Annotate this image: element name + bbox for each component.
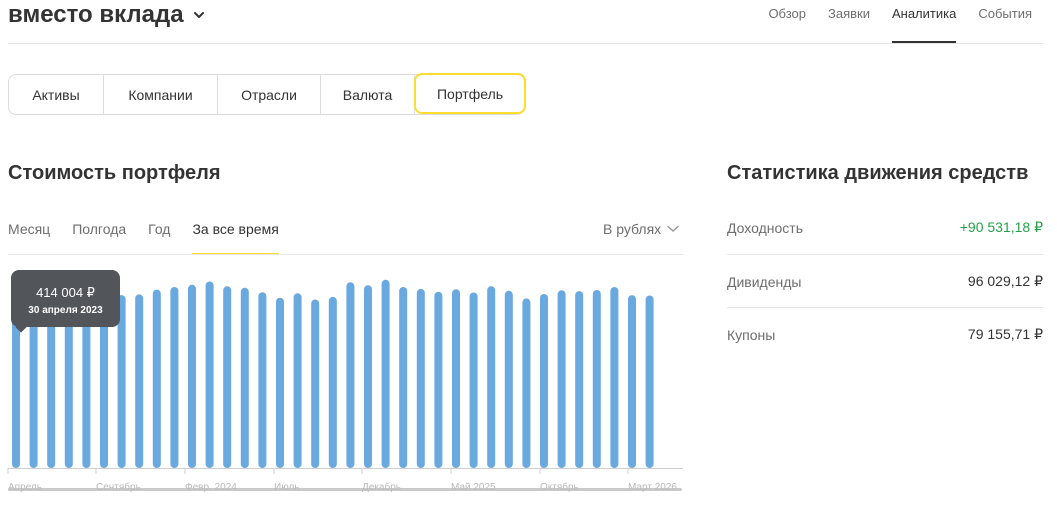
chart-bar[interactable] — [293, 293, 302, 468]
chart-bar[interactable] — [557, 290, 566, 468]
chart-bar[interactable] — [346, 282, 355, 468]
stat-row-dividends: Дивиденды 96 029,12 ₽ — [727, 255, 1043, 308]
stat-label: Купоны — [727, 326, 776, 343]
chart-bar[interactable] — [170, 287, 179, 468]
x-axis-tick-label: Март 2026 — [628, 482, 677, 493]
chevron-down-icon — [667, 225, 679, 233]
chart-bar[interactable] — [540, 294, 548, 468]
period-divider — [8, 254, 683, 255]
chart-bar[interactable] — [311, 299, 320, 469]
chart-bar[interactable] — [592, 290, 601, 468]
tooltip-value: 414 004 ₽ — [36, 285, 95, 300]
chart-bar[interactable] — [452, 289, 460, 468]
chart-bar[interactable] — [47, 306, 56, 468]
chart-bar[interactable] — [487, 286, 496, 468]
chart-bar[interactable] — [152, 289, 161, 468]
header: вместо вклада Обзор Заявки Аналитика Соб… — [0, 0, 1057, 44]
segment-currency[interactable]: Валюта — [321, 75, 415, 114]
period-tabs: Месяц Полгода Год За все время — [8, 214, 280, 255]
chevron-down-icon — [193, 12, 204, 18]
stat-label: Дивиденды — [727, 273, 802, 290]
currency-select-label: В рублях — [603, 221, 662, 237]
stat-label: Доходность — [727, 219, 803, 236]
chart-bar[interactable] — [381, 279, 390, 468]
x-axis-tick-label: Апрель — [8, 482, 42, 493]
chart-bar[interactable] — [12, 315, 20, 468]
period-half-year[interactable]: Полгода — [72, 214, 126, 255]
chart-bar[interactable] — [205, 281, 214, 469]
chart-tooltip: 414 004 ₽ 30 апреля 2023 — [11, 270, 120, 333]
segment-industries[interactable]: Отрасли — [218, 75, 321, 114]
period-all-time[interactable]: За все время — [192, 214, 280, 255]
nav-orders[interactable]: Заявки — [817, 0, 881, 44]
nav-overview[interactable]: Обзор — [757, 0, 817, 44]
page-title: вместо вклада — [8, 1, 184, 28]
chart-bar[interactable] — [223, 286, 232, 468]
chart-bar[interactable] — [64, 304, 73, 468]
stat-value: 79 155,71 ₽ — [967, 326, 1043, 342]
chart-bar[interactable] — [645, 295, 654, 469]
portfolio-selector[interactable]: вместо вклада — [8, 0, 206, 30]
x-axis-tick-label: Октябрь — [540, 481, 579, 493]
chart-bar[interactable] — [628, 295, 636, 468]
analytics-segments: Активы Компании Отрасли Валюта Портфель — [8, 73, 526, 115]
segment-assets[interactable]: Активы — [9, 75, 104, 114]
segment-portfolio[interactable]: Портфель — [414, 73, 526, 114]
stats-title: Статистика движения средств — [727, 162, 1029, 184]
tooltip-date: 30 апреля 2023 — [28, 305, 103, 316]
segment-companies[interactable]: Компании — [104, 75, 218, 114]
chart-bar[interactable] — [522, 298, 531, 468]
x-axis-tick-label: Февр. 2024 — [185, 482, 237, 493]
stat-row-yield: Доходность +90 531,18 ₽ — [727, 201, 1043, 254]
period-year[interactable]: Год — [148, 214, 170, 255]
chart-bar[interactable] — [135, 294, 144, 468]
header-divider — [8, 43, 1043, 44]
currency-select[interactable]: В рублях — [603, 221, 679, 237]
chart-bar[interactable] — [416, 288, 425, 468]
top-nav: Обзор Заявки Аналитика События — [757, 0, 1043, 44]
chart-bar[interactable] — [504, 290, 513, 468]
chart-bar[interactable] — [328, 296, 337, 468]
chart-bar[interactable] — [469, 292, 478, 469]
stat-value: 96 029,12 ₽ — [967, 273, 1043, 289]
chart-bar[interactable] — [188, 284, 196, 468]
x-axis-tick-label: Декабрь — [362, 481, 401, 493]
chart-bar[interactable] — [434, 291, 443, 468]
chart-bar[interactable] — [29, 312, 38, 468]
chart-bar[interactable] — [575, 291, 584, 468]
chart-bar[interactable] — [276, 297, 284, 468]
period-month[interactable]: Месяц — [8, 214, 50, 255]
chart-bar[interactable] — [610, 287, 619, 468]
stat-value: +90 531,18 ₽ — [959, 219, 1043, 235]
x-axis-tick-label: Май 2025 — [451, 482, 496, 493]
x-axis-tick-label: Сентябрь — [96, 481, 141, 493]
nav-events[interactable]: События — [967, 0, 1043, 44]
nav-analytics[interactable]: Аналитика — [881, 0, 967, 44]
x-axis-tick-label: Июль — [274, 482, 300, 493]
chart-bar[interactable] — [258, 292, 267, 468]
chart-bar[interactable] — [240, 287, 249, 469]
portfolio-value-title: Стоимость портфеля — [8, 162, 221, 184]
chart-scrollbar[interactable] — [8, 488, 682, 491]
chart-bar[interactable] — [364, 285, 372, 468]
chart-bar[interactable] — [399, 287, 408, 468]
stat-row-coupons: Купоны 79 155,71 ₽ — [727, 308, 1043, 361]
